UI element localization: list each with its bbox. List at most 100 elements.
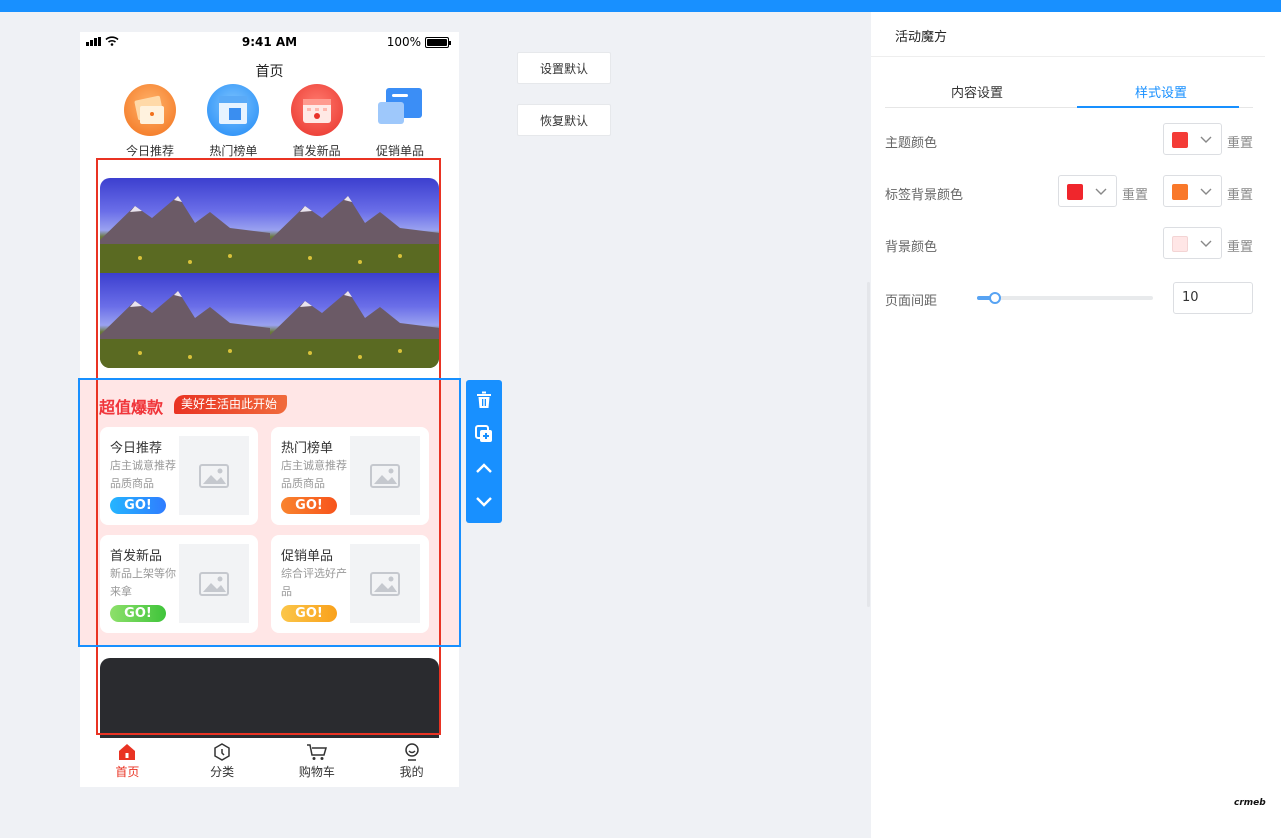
image-placeholder-icon <box>179 544 249 623</box>
tab-style-settings[interactable]: 样式设置 <box>1069 77 1253 108</box>
banner-image-grid[interactable] <box>100 178 439 368</box>
card-title: 今日推荐 <box>110 441 163 456</box>
move-down-icon[interactable] <box>474 492 494 512</box>
color-swatch <box>1172 132 1188 148</box>
card-title: 首发新品 <box>110 549 163 564</box>
tab-cart[interactable]: 购物车 <box>270 738 365 787</box>
settings-panel: 活动魔方 内容设置 样式设置 主题颜色 重置 标签背景颜色 重置 重置 背景颜色… <box>871 12 1281 838</box>
bg-color-picker[interactable] <box>1163 227 1222 259</box>
battery-status: 100% <box>386 35 451 49</box>
banner-image <box>100 178 270 273</box>
slider-handle[interactable] <box>989 292 1001 304</box>
battery-percent: 100% <box>386 35 421 49</box>
tab-label-category: 分类 <box>210 765 235 779</box>
tab-label-home: 首页 <box>115 765 140 779</box>
nav-label-promo: 促销单品 <box>375 144 424 158</box>
activity-cube-section[interactable]: 超值爆款 美好生活由此开始 今日推荐 店主诚意推荐 品质商品 GO! 热门榜单 … <box>80 380 459 646</box>
tab-content-settings[interactable]: 内容设置 <box>885 77 1069 107</box>
cart-icon <box>306 744 327 760</box>
home-icon <box>119 744 136 760</box>
nav-label-new: 首发新品 <box>292 144 341 158</box>
theme-color-picker[interactable] <box>1163 123 1222 155</box>
tab-home[interactable]: 首页 <box>80 738 175 787</box>
delete-icon[interactable] <box>474 390 494 410</box>
chevron-down-icon <box>1200 240 1212 247</box>
chevron-down-icon <box>1200 188 1212 195</box>
banner-image <box>100 273 270 368</box>
status-bar: 9:41 AM 100% <box>80 32 459 52</box>
tab-category[interactable]: 分类 <box>175 738 270 787</box>
tag-bg-color-label: 标签背景颜色 <box>885 188 964 203</box>
scrollbar[interactable] <box>867 282 870 607</box>
ranking-icon <box>207 84 260 136</box>
color-swatch <box>1172 184 1188 200</box>
top-accent-bar <box>0 0 1281 12</box>
nav-label-today: 今日推荐 <box>125 144 174 158</box>
chevron-down-icon <box>1095 188 1107 195</box>
tab-mine[interactable]: 我的 <box>364 738 459 787</box>
section-tag: 美好生活由此开始 <box>174 395 288 414</box>
bottom-tab-bar: 首页 分类 购物车 我的 <box>80 738 459 787</box>
image-placeholder-icon <box>350 436 420 515</box>
dark-content-block[interactable] <box>100 658 439 738</box>
category-icon <box>214 743 230 761</box>
color-swatch <box>1067 184 1083 200</box>
component-toolbar <box>466 380 502 523</box>
card-desc: 新品上架等你来拿 <box>110 567 176 598</box>
cube-card-promo[interactable]: 促销单品 综合评选好产品 GO! <box>271 535 429 633</box>
bg-color-reset[interactable]: 重置 <box>1227 236 1253 255</box>
color-swatch <box>1172 236 1188 252</box>
page-title: 首页 <box>255 64 284 80</box>
theme-color-reset[interactable]: 重置 <box>1227 132 1253 151</box>
image-placeholder-icon <box>179 436 249 515</box>
chevron-down-icon <box>1200 136 1212 143</box>
panel-title: 活动魔方 <box>895 30 948 45</box>
image-placeholder-icon <box>350 544 420 623</box>
settings-tabs: 内容设置 样式设置 <box>885 77 1253 108</box>
go-button[interactable]: GO! <box>110 497 166 514</box>
banner-image <box>269 273 439 368</box>
theme-color-label: 主题颜色 <box>885 136 938 151</box>
page-margin-slider[interactable] <box>977 292 1153 304</box>
tab-label-cart: 购物车 <box>298 765 335 779</box>
cube-card-hot[interactable]: 热门榜单 店主诚意推荐 品质商品 GO! <box>271 427 429 525</box>
user-icon <box>404 743 419 761</box>
banner-image <box>269 178 439 273</box>
gift-icon <box>124 84 176 136</box>
go-button[interactable]: GO! <box>281 605 337 622</box>
cube-card-today[interactable]: 今日推荐 店主诚意推荐 品质商品 GO! <box>100 427 258 525</box>
cube-card-new[interactable]: 首发新品 新品上架等你来拿 GO! <box>100 535 258 633</box>
brand-logo: crmeb <box>1234 798 1266 808</box>
section-title: 超值爆款 <box>99 398 164 417</box>
restore-default-button[interactable]: 恢复默认 <box>517 104 611 136</box>
nav-icon-row: 今日推荐 热门榜单 首发新品 促销单品 <box>110 84 440 158</box>
nav-item-hot[interactable]: 热门榜单 <box>193 84 273 158</box>
nav-item-new[interactable]: 首发新品 <box>277 84 357 158</box>
nav-item-promo[interactable]: 促销单品 <box>360 84 440 158</box>
move-up-icon[interactable] <box>474 458 494 478</box>
nav-item-today[interactable]: 今日推荐 <box>110 84 190 158</box>
tag-bg-color-reset-2[interactable]: 重置 <box>1227 184 1253 203</box>
nav-label-hot: 热门榜单 <box>209 144 258 158</box>
copy-icon[interactable] <box>474 424 494 444</box>
card-title: 热门榜单 <box>281 441 334 456</box>
bg-color-label: 背景颜色 <box>885 240 938 255</box>
tag-bg-color-reset-1[interactable]: 重置 <box>1122 184 1148 203</box>
card-desc: 店主诚意推荐 品质商品 <box>110 459 176 490</box>
chat-bubble-icon <box>374 84 426 136</box>
go-button[interactable]: GO! <box>281 497 337 514</box>
page-margin-label: 页面间距 <box>885 294 938 309</box>
card-title: 促销单品 <box>281 549 334 564</box>
battery-icon <box>425 36 451 48</box>
panel-header: 活动魔方 <box>871 12 1265 57</box>
calendar-icon <box>290 84 343 136</box>
tab-label-mine: 我的 <box>399 765 424 779</box>
page-margin-input[interactable]: 10 <box>1173 282 1253 314</box>
set-default-button[interactable]: 设置默认 <box>517 52 611 84</box>
phone-preview: 9:41 AM 100% 首页 今日推荐 热门榜单 首发新品 促销单品 超值爆款… <box>80 32 459 787</box>
tag-bg-color-picker-1[interactable] <box>1058 175 1117 207</box>
tag-bg-color-picker-2[interactable] <box>1163 175 1222 207</box>
go-button[interactable]: GO! <box>110 605 166 622</box>
card-desc: 店主诚意推荐 品质商品 <box>281 459 347 490</box>
card-desc: 综合评选好产品 <box>281 567 347 598</box>
